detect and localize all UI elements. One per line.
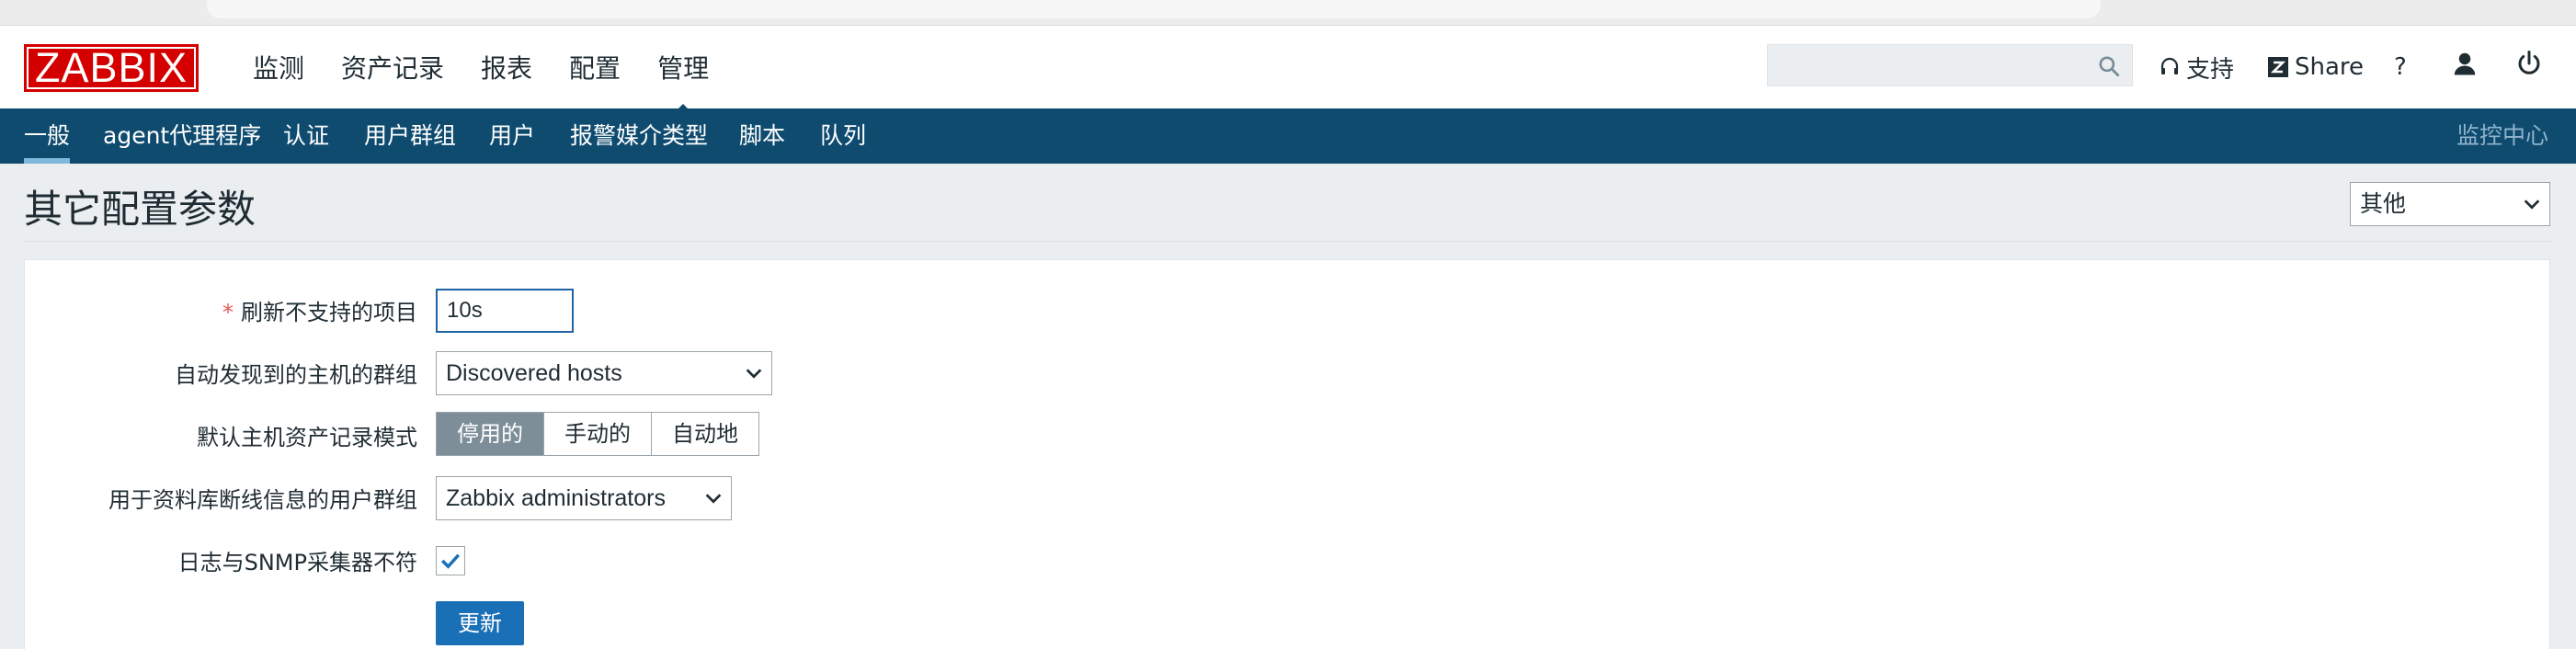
subnav-users[interactable]: 用户 (489, 108, 535, 164)
chevron-down-icon (705, 494, 722, 504)
discovery-group-value: Discovered hosts (446, 360, 622, 386)
snmp-log-checkbox[interactable] (436, 546, 465, 575)
share-label: Share (2295, 53, 2365, 81)
update-button[interactable]: 更新 (436, 601, 524, 645)
monitoring-center-label: 监控中心 (2456, 122, 2548, 149)
inventory-mode-automatic[interactable]: 自动地 (651, 413, 758, 455)
subnav-media-types[interactable]: 报警媒介类型 (570, 108, 708, 164)
discovery-group-label: 自动发现到的主机的群组 (175, 362, 417, 388)
subnav-queue[interactable]: 队列 (820, 108, 866, 164)
subnav-scripts[interactable]: 脚本 (739, 108, 785, 164)
menu-configuration[interactable]: 配置 (551, 49, 639, 89)
menu-inventory[interactable]: 资产记录 (323, 49, 462, 89)
help-link[interactable]: ? (2394, 49, 2407, 85)
inventory-mode-disabled[interactable]: 停用的 (437, 413, 543, 455)
support-link[interactable]: 支持 (2159, 49, 2234, 85)
top-header: ZABBIX 监测 资产记录 报表 配置 管理 支持 Share ? (0, 26, 2576, 115)
help-icon: ? (2394, 53, 2407, 81)
subnav-authentication[interactable]: 认证 (283, 108, 329, 164)
menu-administration[interactable]: 管理 (639, 49, 727, 115)
db-down-group-label: 用于资料库断线信息的用户群组 (108, 487, 417, 513)
title-divider (24, 241, 2552, 242)
user-profile-icon[interactable] (2451, 50, 2479, 77)
zabbix-logo[interactable]: ZABBIX (24, 44, 199, 92)
subnav-general[interactable]: 一般 (24, 108, 71, 164)
section-select-value: 其他 (2360, 190, 2407, 217)
zabbix-share-icon (2268, 57, 2288, 77)
search-input[interactable] (1767, 44, 2133, 86)
db-down-group-select[interactable]: Zabbix administrators (436, 476, 732, 520)
chevron-down-icon (746, 369, 762, 379)
menu-reports[interactable]: 报表 (462, 49, 551, 89)
section-select[interactable]: 其他 (2350, 182, 2550, 226)
db-down-group-value: Zabbix administrators (446, 485, 666, 511)
inventory-mode-manual[interactable]: 手动的 (543, 413, 651, 455)
sign-out-icon[interactable] (2515, 50, 2543, 77)
search-icon[interactable] (2097, 54, 2121, 78)
refresh-unsupported-input[interactable]: 10s (436, 289, 574, 333)
snmp-log-label: 日志与SNMP采集器不符 (177, 550, 417, 575)
headset-icon (2160, 57, 2179, 74)
subnav-user-groups[interactable]: 用户群组 (364, 108, 456, 164)
address-bar[interactable] (207, 0, 2101, 18)
inventory-mode-label: 默认主机资产记录模式 (197, 425, 417, 450)
subnav-proxies[interactable]: agent代理程序 (103, 108, 261, 164)
refresh-unsupported-label: * 刷新不支持的项目 (222, 300, 417, 325)
checkmark-icon (441, 553, 461, 569)
sub-navigation: 一般 agent代理程序 认证 用户群组 用户 报警媒介类型 脚本 队列 监控中… (0, 108, 2576, 164)
inventory-mode-toggle: 停用的 手动的 自动地 (436, 412, 759, 456)
page-title: 其它配置参数 (24, 187, 256, 232)
share-link[interactable]: Share (2267, 49, 2364, 85)
chevron-down-icon (2524, 199, 2540, 210)
support-label: 支持 (2186, 55, 2235, 84)
required-mark: * (222, 300, 234, 325)
main-menu: 监测 资产记录 报表 配置 管理 (234, 49, 727, 115)
discovery-group-select[interactable]: Discovered hosts (436, 351, 772, 395)
menu-monitoring[interactable]: 监测 (234, 49, 323, 89)
browser-toolbar (0, 0, 2576, 26)
